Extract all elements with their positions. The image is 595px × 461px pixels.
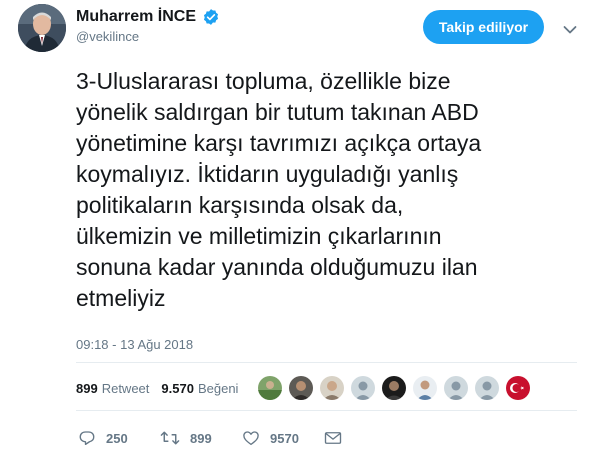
- retweet-stat[interactable]: 899 Retweet: [76, 381, 149, 396]
- liker-avatar[interactable]: [258, 376, 283, 400]
- reply-button[interactable]: 250: [78, 429, 160, 447]
- liker-avatar[interactable]: [320, 376, 345, 400]
- retweet-icon: [160, 429, 190, 447]
- verified-badge-icon: [202, 8, 220, 26]
- liker-avatar[interactable]: [506, 376, 531, 400]
- heart-icon: [242, 429, 270, 447]
- like-stat-count: 9.570: [161, 380, 194, 396]
- tweet-actions: 250 899 9570: [78, 426, 352, 450]
- liker-avatar[interactable]: [289, 376, 314, 400]
- retweet-count: 899: [190, 430, 212, 446]
- author-block: Muharrem İNCE @vekilince: [76, 8, 220, 44]
- liker-avatars: [258, 376, 537, 400]
- avatar[interactable]: [18, 4, 66, 52]
- timestamp[interactable]: 09:18 - 13 Ağu 2018: [76, 337, 193, 352]
- following-button[interactable]: Takip ediliyor: [423, 10, 544, 44]
- divider: [76, 362, 577, 363]
- retweet-stat-count: 899: [76, 380, 98, 396]
- like-stat[interactable]: 9.570 Beğeni: [161, 381, 238, 396]
- like-stat-label: Beğeni: [197, 380, 239, 396]
- retweet-stat-label: Retweet: [101, 380, 150, 396]
- engagement-stats: 899 Retweet 9.570 Beğeni: [76, 375, 537, 401]
- tweet-text: 3-Uluslararası topluma, özellikle bize y…: [76, 68, 482, 311]
- divider: [76, 410, 577, 411]
- liker-avatar[interactable]: [413, 376, 438, 400]
- tweet: Muharrem İNCE @vekilince Takip ediliyor …: [0, 0, 595, 461]
- author-name[interactable]: Muharrem İNCE: [76, 8, 196, 26]
- author-handle[interactable]: @vekilince: [76, 29, 220, 44]
- like-count: 9570: [270, 430, 299, 446]
- envelope-icon: [324, 430, 352, 446]
- direct-message-button[interactable]: [324, 430, 352, 446]
- liker-avatar[interactable]: [351, 376, 376, 400]
- liker-avatar[interactable]: [475, 376, 500, 400]
- retweet-button[interactable]: 899: [160, 429, 242, 447]
- reply-icon: [78, 429, 106, 447]
- liker-avatar[interactable]: [382, 376, 407, 400]
- reply-count: 250: [106, 430, 128, 446]
- like-button[interactable]: 9570: [242, 429, 324, 447]
- liker-avatar[interactable]: [444, 376, 469, 400]
- chevron-down-icon[interactable]: [563, 22, 577, 34]
